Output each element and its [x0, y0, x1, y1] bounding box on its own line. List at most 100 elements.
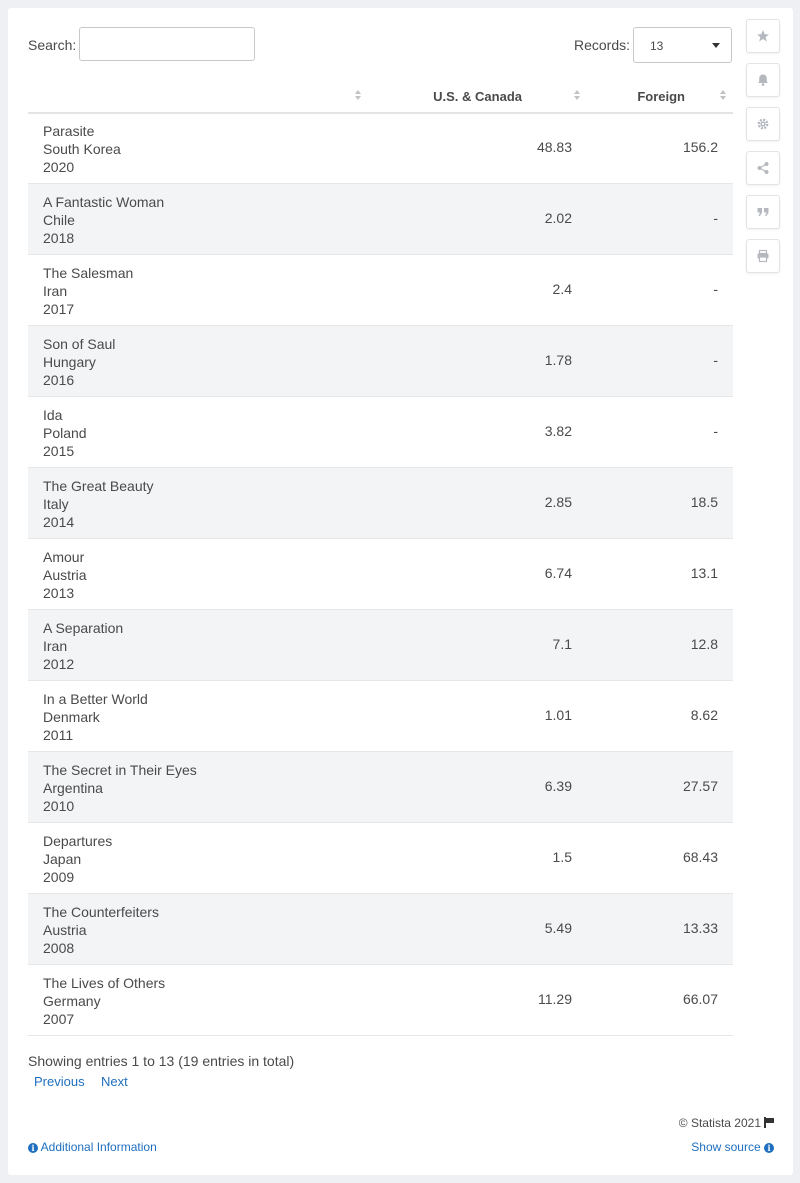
- film-year: 2008: [43, 940, 75, 956]
- foreign-cell: 27.57: [682, 778, 718, 794]
- search-input[interactable]: [79, 27, 255, 61]
- us-canada-cell: 48.83: [536, 139, 572, 155]
- additional-information-link[interactable]: i Additional Information: [28, 1140, 157, 1154]
- film-cell: A Fantastic Woman Chile 2018: [43, 193, 164, 247]
- foreign-cell: 8.62: [690, 707, 718, 723]
- sort-icon[interactable]: [355, 89, 362, 103]
- entries-info: Showing entries 1 to 13 (19 entries in t…: [28, 1053, 295, 1069]
- column-header-foreign[interactable]: Foreign: [637, 89, 685, 104]
- info-icon: i: [764, 1143, 774, 1153]
- film-year: 2007: [43, 1011, 75, 1027]
- print-button[interactable]: [746, 239, 780, 273]
- copyright-text: © Statista 2021: [678, 1116, 761, 1130]
- film-year: 2010: [43, 798, 75, 814]
- show-source-label: Show source: [691, 1140, 761, 1154]
- records-selected-value: 13: [650, 39, 664, 53]
- film-cell: In a Better World Denmark 2011: [43, 690, 148, 744]
- share-icon: [757, 162, 769, 174]
- film-cell: Ida Poland 2015: [43, 406, 87, 460]
- film-title: The Lives of Others: [43, 975, 166, 991]
- table-row: The Great Beauty Italy 2014 2.85 18.5: [28, 468, 733, 539]
- us-canada-cell: 1.78: [544, 352, 572, 368]
- film-title: The Great Beauty: [43, 478, 154, 494]
- info-icon: i: [28, 1143, 38, 1153]
- show-source-link[interactable]: Show source i: [691, 1140, 774, 1154]
- film-year: 2016: [43, 372, 75, 388]
- table-card: Search: Records: 13 U.S. & Canada Foreig…: [8, 8, 793, 1175]
- notification-button[interactable]: [746, 63, 780, 97]
- film-cell: Departures Japan 2009: [43, 832, 112, 886]
- film-country: Denmark: [43, 709, 100, 725]
- us-canada-cell: 6.74: [544, 565, 572, 581]
- film-cell: Parasite South Korea 2020: [43, 122, 121, 176]
- film-title: Amour: [43, 549, 85, 565]
- us-canada-cell: 2.4: [552, 281, 572, 297]
- film-year: 2018: [43, 230, 75, 246]
- film-year: 2013: [43, 585, 75, 601]
- table-row: A Fantastic Woman Chile 2018 2.02 -: [28, 184, 733, 255]
- film-country: Chile: [43, 212, 75, 228]
- film-cell: A Separation Iran 2012: [43, 619, 123, 673]
- sort-icon[interactable]: [574, 89, 581, 103]
- film-title: Son of Saul: [43, 336, 116, 352]
- film-country: Austria: [43, 567, 87, 583]
- table-row: The Lives of Others Germany 2007 11.29 66.07: [28, 965, 733, 1036]
- us-canada-cell: 1.5: [552, 849, 572, 865]
- us-canada-cell: 7.1: [552, 636, 572, 652]
- film-year: 2009: [43, 869, 75, 885]
- film-cell: Son of Saul Hungary 2016: [43, 335, 115, 389]
- foreign-cell: -: [713, 352, 718, 368]
- table-row: Ida Poland 2015 3.82 -: [28, 397, 733, 468]
- table-row: Amour Austria 2013 6.74 13.1: [28, 539, 733, 610]
- film-year: 2017: [43, 301, 75, 317]
- foreign-cell: 13.1: [690, 565, 718, 581]
- favorite-button[interactable]: [746, 19, 780, 53]
- foreign-cell: 12.8: [690, 636, 718, 652]
- sort-icon[interactable]: [720, 89, 727, 103]
- film-title: The Counterfeiters: [43, 904, 159, 920]
- table-row: Departures Japan 2009 1.5 68.43: [28, 823, 733, 894]
- film-cell: The Lives of Others Germany 2007: [43, 974, 165, 1028]
- star-icon: [757, 30, 769, 42]
- film-cell: The Salesman Iran 2017: [43, 264, 133, 318]
- foreign-cell: -: [713, 210, 718, 226]
- film-country: Italy: [43, 496, 69, 512]
- copyright: © Statista 2021: [679, 1116, 774, 1130]
- table-row: Parasite South Korea 2020 48.83 156.2: [28, 113, 733, 184]
- film-title: In a Better World: [43, 691, 148, 707]
- us-canada-cell: 3.82: [544, 423, 572, 439]
- flag-icon[interactable]: [764, 1117, 774, 1128]
- film-year: 2015: [43, 443, 75, 459]
- table-row: In a Better World Denmark 2011 1.01 8.62: [28, 681, 733, 752]
- gear-icon: [757, 118, 769, 130]
- table-header: U.S. & Canada Foreign: [28, 84, 733, 114]
- foreign-cell: -: [713, 423, 718, 439]
- film-cell: The Great Beauty Italy 2014: [43, 477, 154, 531]
- records-select[interactable]: 13: [633, 27, 732, 63]
- film-country: Iran: [43, 283, 68, 299]
- film-country: Japan: [43, 851, 82, 867]
- foreign-cell: 13.33: [682, 920, 718, 936]
- film-year: 2020: [43, 159, 75, 175]
- foreign-cell: -: [713, 281, 718, 297]
- film-title: Departures: [43, 833, 113, 849]
- film-title: The Secret in Their Eyes: [43, 762, 197, 778]
- film-country: Poland: [43, 425, 87, 441]
- previous-button[interactable]: Previous: [34, 1074, 85, 1089]
- bell-icon: [758, 74, 768, 86]
- us-canada-cell: 5.49: [544, 920, 572, 936]
- film-country: South Korea: [43, 141, 121, 157]
- film-title: A Separation: [43, 620, 124, 636]
- share-button[interactable]: [746, 151, 780, 185]
- column-header-us-canada[interactable]: U.S. & Canada: [433, 89, 522, 104]
- settings-button[interactable]: [746, 107, 780, 141]
- next-button[interactable]: Next: [101, 1074, 128, 1089]
- chevron-down-icon: [712, 43, 720, 48]
- film-title: Ida: [43, 407, 63, 423]
- film-country: Argentina: [43, 780, 103, 796]
- additional-information-label: Additional Information: [40, 1140, 157, 1154]
- us-canada-cell: 11.29: [538, 991, 572, 1007]
- cite-button[interactable]: [746, 195, 780, 229]
- table-row: The Salesman Iran 2017 2.4 -: [28, 255, 733, 326]
- table-row: Son of Saul Hungary 2016 1.78 -: [28, 326, 733, 397]
